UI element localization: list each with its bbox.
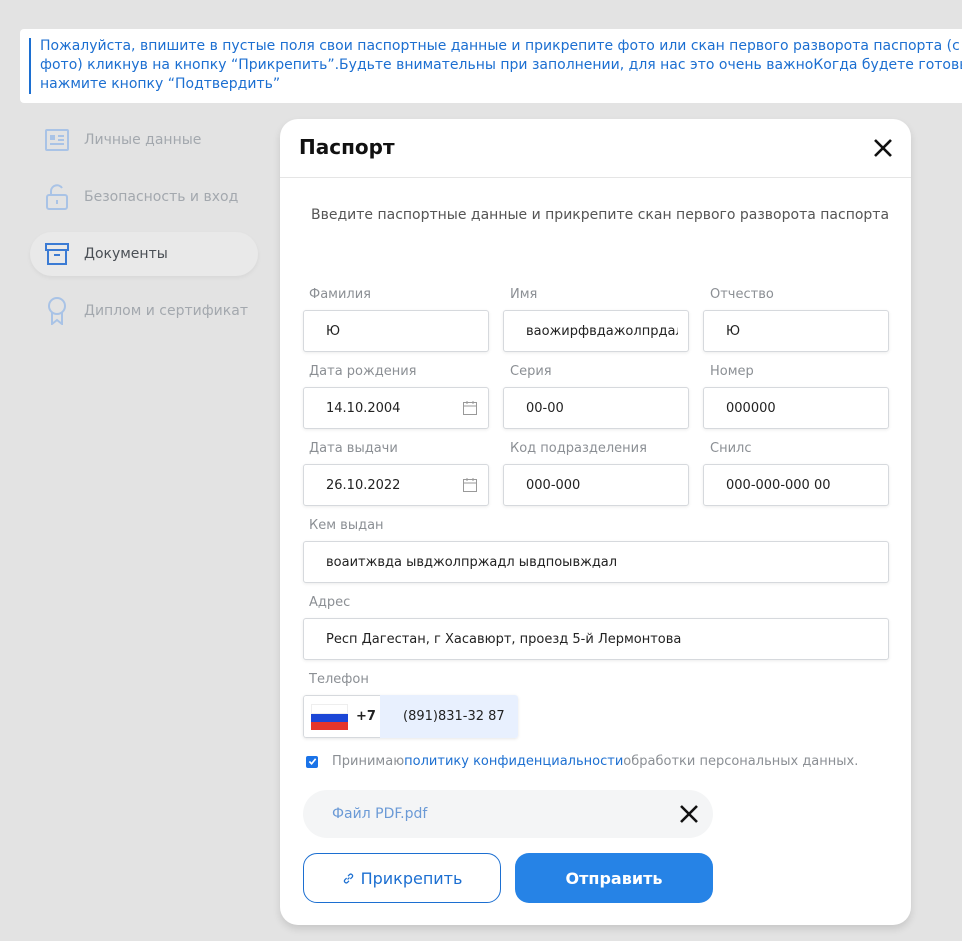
remove-file-icon[interactable] xyxy=(679,804,699,824)
archive-icon xyxy=(44,241,70,267)
id-card-icon xyxy=(44,127,70,153)
sidebar-item-documents[interactable]: Документы xyxy=(30,232,258,276)
link-icon xyxy=(343,873,353,883)
surname-label: Фамилия xyxy=(309,287,371,302)
unlock-icon xyxy=(44,184,70,210)
consent-suffix: обработки персональных данных. xyxy=(623,754,859,769)
series-input[interactable]: 00-00 xyxy=(503,387,689,429)
passport-modal: Паспорт Введите паспортные данные и прик… xyxy=(280,119,911,925)
name-label: Имя xyxy=(510,287,538,302)
privacy-policy-link[interactable]: политику конфиденциальности xyxy=(404,754,623,769)
consent-checkbox[interactable] xyxy=(306,755,318,768)
name-input[interactable]: ваожирфвдажолпрдалд; xyxy=(503,310,689,352)
surname-input[interactable]: Ю xyxy=(303,310,489,352)
attach-button[interactable]: Прикрепить xyxy=(303,853,501,903)
country-selector[interactable]: +7 xyxy=(303,695,380,738)
number-label: Номер xyxy=(710,364,754,379)
sidebar-item-label: Безопасность и вход xyxy=(84,189,239,205)
file-name[interactable]: Файл PDF.pdf xyxy=(332,806,427,822)
calendar-icon[interactable] xyxy=(462,400,478,416)
phone-field: +7 (891)831-32 87 xyxy=(303,695,518,738)
russia-flag-icon xyxy=(311,703,348,730)
award-icon xyxy=(44,297,70,325)
birth-date-label: Дата рождения xyxy=(309,364,417,379)
modal-subtitle: Введите паспортные данные и прикрепите с… xyxy=(311,207,890,223)
modal-header: Паспорт xyxy=(280,119,911,178)
issue-date-label: Дата выдачи xyxy=(309,441,398,456)
address-input[interactable]: Респ Дагестан, г Хасавюрт, проезд 5-й Ле… xyxy=(303,618,889,660)
sidebar-item-personal-data[interactable]: Личные данные xyxy=(30,118,270,162)
department-code-input[interactable]: 000-000 xyxy=(503,464,689,506)
country-code: +7 xyxy=(356,709,376,724)
phone-input[interactable]: (891)831-32 87 xyxy=(380,695,518,738)
close-icon[interactable] xyxy=(871,136,895,160)
consent-prefix: Принимаю xyxy=(332,754,405,769)
modal-title: Паспорт xyxy=(299,135,395,159)
birth-date-input[interactable]: 14.10.2004 xyxy=(303,387,489,429)
attached-file: Файл PDF.pdf xyxy=(303,790,713,838)
department-code-label: Код подразделения xyxy=(510,441,647,456)
patronymic-label: Отчество xyxy=(710,287,774,302)
send-button[interactable]: Отправить xyxy=(515,853,713,903)
snils-input[interactable]: 000-000-000 00 xyxy=(703,464,889,506)
notice-text: Пожалуйста, впишите в пустые поля свои п… xyxy=(40,38,962,92)
issue-date-input[interactable]: 26.10.2022 xyxy=(303,464,489,506)
calendar-icon[interactable] xyxy=(462,477,478,493)
sidebar: Личные данные Безопасность и вход Докуме… xyxy=(30,118,270,346)
patronymic-input[interactable]: Ю xyxy=(703,310,889,352)
sidebar-item-label: Диплом и сертификат xyxy=(84,303,248,319)
info-notice: Пожалуйста, впишите в пустые поля свои п… xyxy=(20,29,962,103)
issued-by-input[interactable]: воаитжвда ывджолпржадл ывдпоывждал xyxy=(303,541,889,583)
address-label: Адрес xyxy=(309,595,351,610)
sidebar-item-label: Личные данные xyxy=(84,132,202,148)
consent-row: Принимаю политику конфиденциальности обр… xyxy=(306,754,858,769)
issued-by-label: Кем выдан xyxy=(309,518,384,533)
sidebar-item-security[interactable]: Безопасность и вход xyxy=(30,175,270,219)
number-input[interactable]: 000000 xyxy=(703,387,889,429)
check-icon xyxy=(308,758,316,765)
snils-label: Снилс xyxy=(710,441,752,456)
phone-label: Телефон xyxy=(309,672,369,687)
sidebar-item-diploma[interactable]: Диплом и сертификат xyxy=(30,289,270,333)
sidebar-item-label: Документы xyxy=(84,246,168,262)
notice-accent-bar xyxy=(29,38,31,94)
series-label: Серия xyxy=(510,364,552,379)
